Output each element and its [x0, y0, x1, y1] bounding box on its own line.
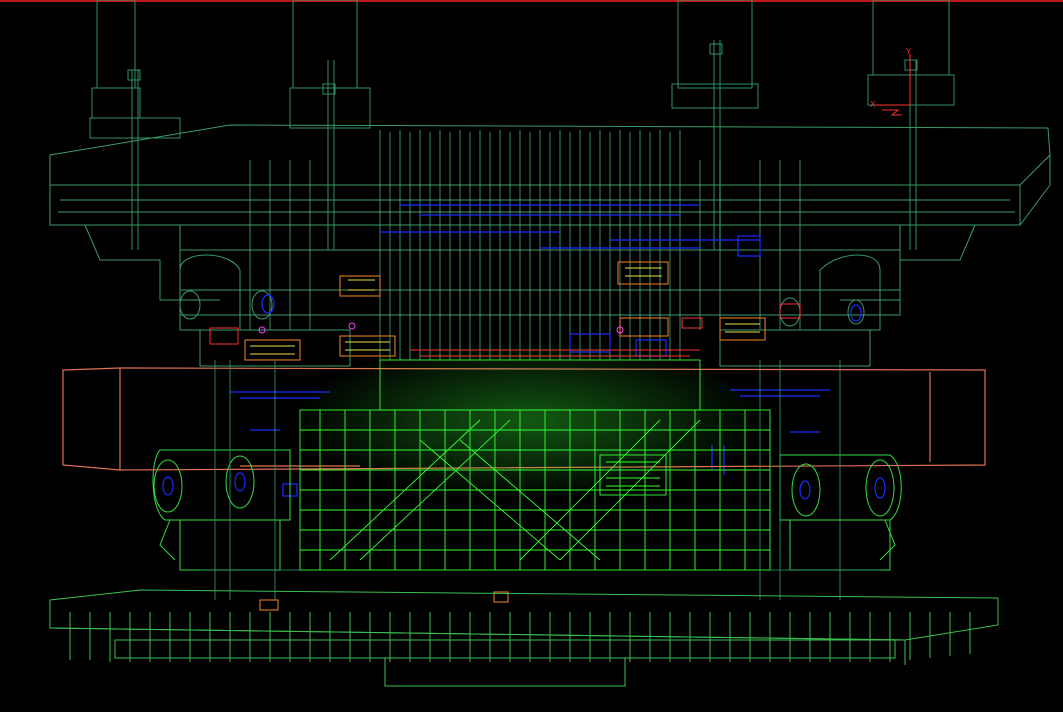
cad-viewport[interactable]: Y X — [0, 0, 1063, 712]
magenta-details — [258, 322, 624, 334]
axis-y-label: Y — [905, 47, 911, 56]
upper-punch-array — [249, 130, 801, 360]
axis-x-label: X — [870, 100, 876, 109]
axis-triad-icon: Y X — [870, 47, 911, 116]
lower-die-base — [49, 589, 999, 687]
wireframe-model[interactable]: Y X — [0, 0, 1063, 712]
lower-die-core — [290, 340, 771, 571]
